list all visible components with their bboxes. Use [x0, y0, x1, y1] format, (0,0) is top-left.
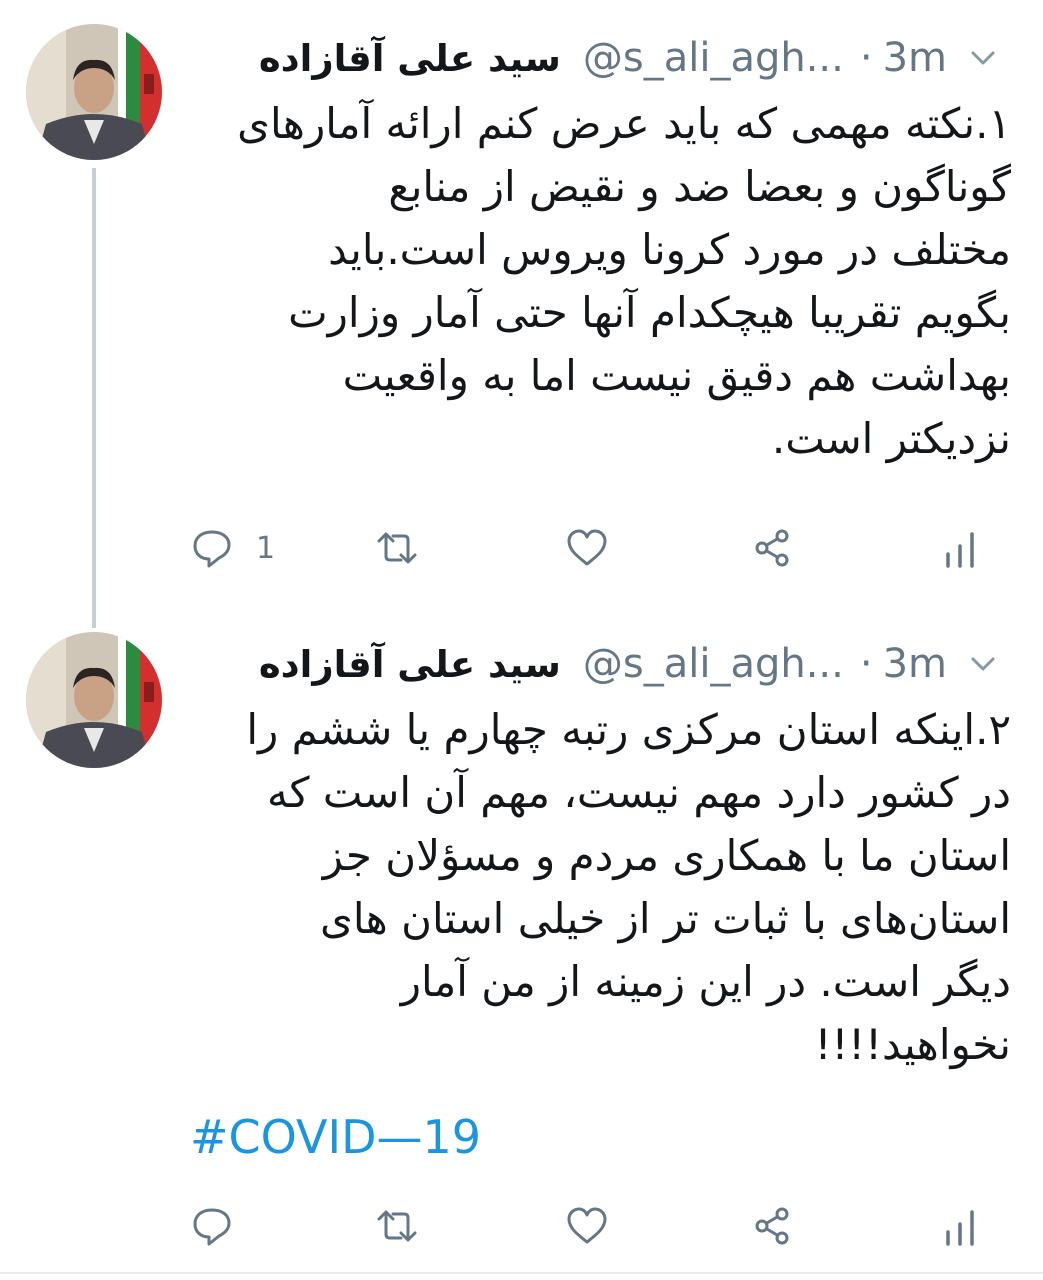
hashtag-link[interactable]: #COVID—19 [190, 1110, 481, 1164]
tweet-line: در کشور دارد مهم نیست، مهم آن است که [267, 768, 1011, 817]
retweet-icon [377, 1210, 417, 1242]
tweet-header: سید علی آقازاده @s_ali_agh... · 3m [259, 30, 1001, 86]
author-handle[interactable]: @s_ali_agh... [583, 641, 844, 687]
tweet-line: نزدیکتر است. [771, 414, 1011, 463]
time-value: 3m [882, 641, 947, 687]
avatar-photo [26, 24, 162, 160]
chevron-down-icon[interactable] [965, 646, 1001, 682]
tweet[interactable]: سید علی آقازاده @s_ali_agh... · 3m ۱.نکته… [0, 0, 1043, 628]
tweet-line: ۲.اینکه استان مرکزی رتبه چهارم یا ششم را [246, 705, 1011, 754]
like-button[interactable] [565, 1200, 609, 1252]
tweet-line: استان ما با همکاری مردم و مسؤلان جز [322, 831, 1011, 880]
timestamp[interactable]: · 3m [850, 35, 947, 81]
tweet-header: سید علی آقازاده @s_ali_agh... · 3m [259, 636, 1001, 692]
analytics-button[interactable] [938, 522, 982, 574]
tweet-actions [190, 1200, 990, 1252]
share-button[interactable] [750, 522, 794, 574]
time-value: 3m [882, 35, 947, 81]
analytics-icon [946, 532, 974, 568]
retweet-button[interactable] [375, 1200, 419, 1252]
heart-icon [567, 529, 607, 566]
tweet-text: ۱.نکته مهمی که باید عرض کنم ارائه آمارها… [181, 92, 1011, 470]
reply-button[interactable] [190, 1200, 234, 1252]
tweet-line: دیگر است. در این زمینه از من آمار [400, 957, 1011, 1006]
author-name[interactable]: سید علی آقازاده [259, 643, 561, 686]
avatar-photo [26, 632, 162, 768]
analytics-icon [946, 1210, 974, 1246]
tweet-line: مختلف در مورد کرونا ویروس است.باید [328, 225, 1011, 274]
share-button[interactable] [750, 1200, 794, 1252]
tweet-line: بهداشت هم دقیق نیست اما به واقعیت [342, 351, 1011, 400]
share-icon [755, 529, 789, 567]
tweet-text: ۲.اینکه استان مرکزی رتبه چهارم یا ششم را… [181, 698, 1011, 1076]
heart-icon [567, 1207, 607, 1244]
thread-line [92, 168, 96, 628]
divider [0, 1272, 1043, 1274]
reply-count: 1 [256, 530, 276, 566]
like-button[interactable] [565, 522, 609, 574]
retweet-button[interactable] [375, 522, 419, 574]
share-icon [755, 1207, 789, 1245]
avatar[interactable] [26, 24, 162, 160]
tweet-line: نخواهید!!!! [814, 1020, 1011, 1069]
retweet-icon [377, 532, 417, 564]
reply-icon [193, 530, 231, 568]
author-handle[interactable]: @s_ali_agh... [583, 35, 844, 81]
timestamp[interactable]: · 3m [850, 641, 947, 687]
separator-dot: · [859, 641, 873, 687]
chevron-down-icon[interactable] [965, 40, 1001, 76]
avatar[interactable] [26, 632, 162, 768]
author-name[interactable]: سید علی آقازاده [259, 37, 561, 80]
tweet[interactable]: سید علی آقازاده @s_ali_agh... · 3m ۲.اینک… [0, 620, 1043, 1270]
tweet-line: بگویم تقریبا هیچکدام آنها حتی آمار وزارت [288, 288, 1011, 337]
tweet-actions: 1 [190, 522, 990, 574]
reply-icon [193, 1208, 231, 1246]
separator-dot: · [859, 35, 873, 81]
tweet-line: استان‌های با ثبات تر از خیلی استان های [320, 894, 1011, 943]
tweet-line: گوناگون و بعضا ضد و نقیض از منابع [388, 162, 1011, 211]
tweet-line: ۱.نکته مهمی که باید عرض کنم ارائه آمارها… [237, 99, 1011, 148]
analytics-button[interactable] [938, 1200, 982, 1252]
reply-button[interactable]: 1 [190, 522, 275, 574]
